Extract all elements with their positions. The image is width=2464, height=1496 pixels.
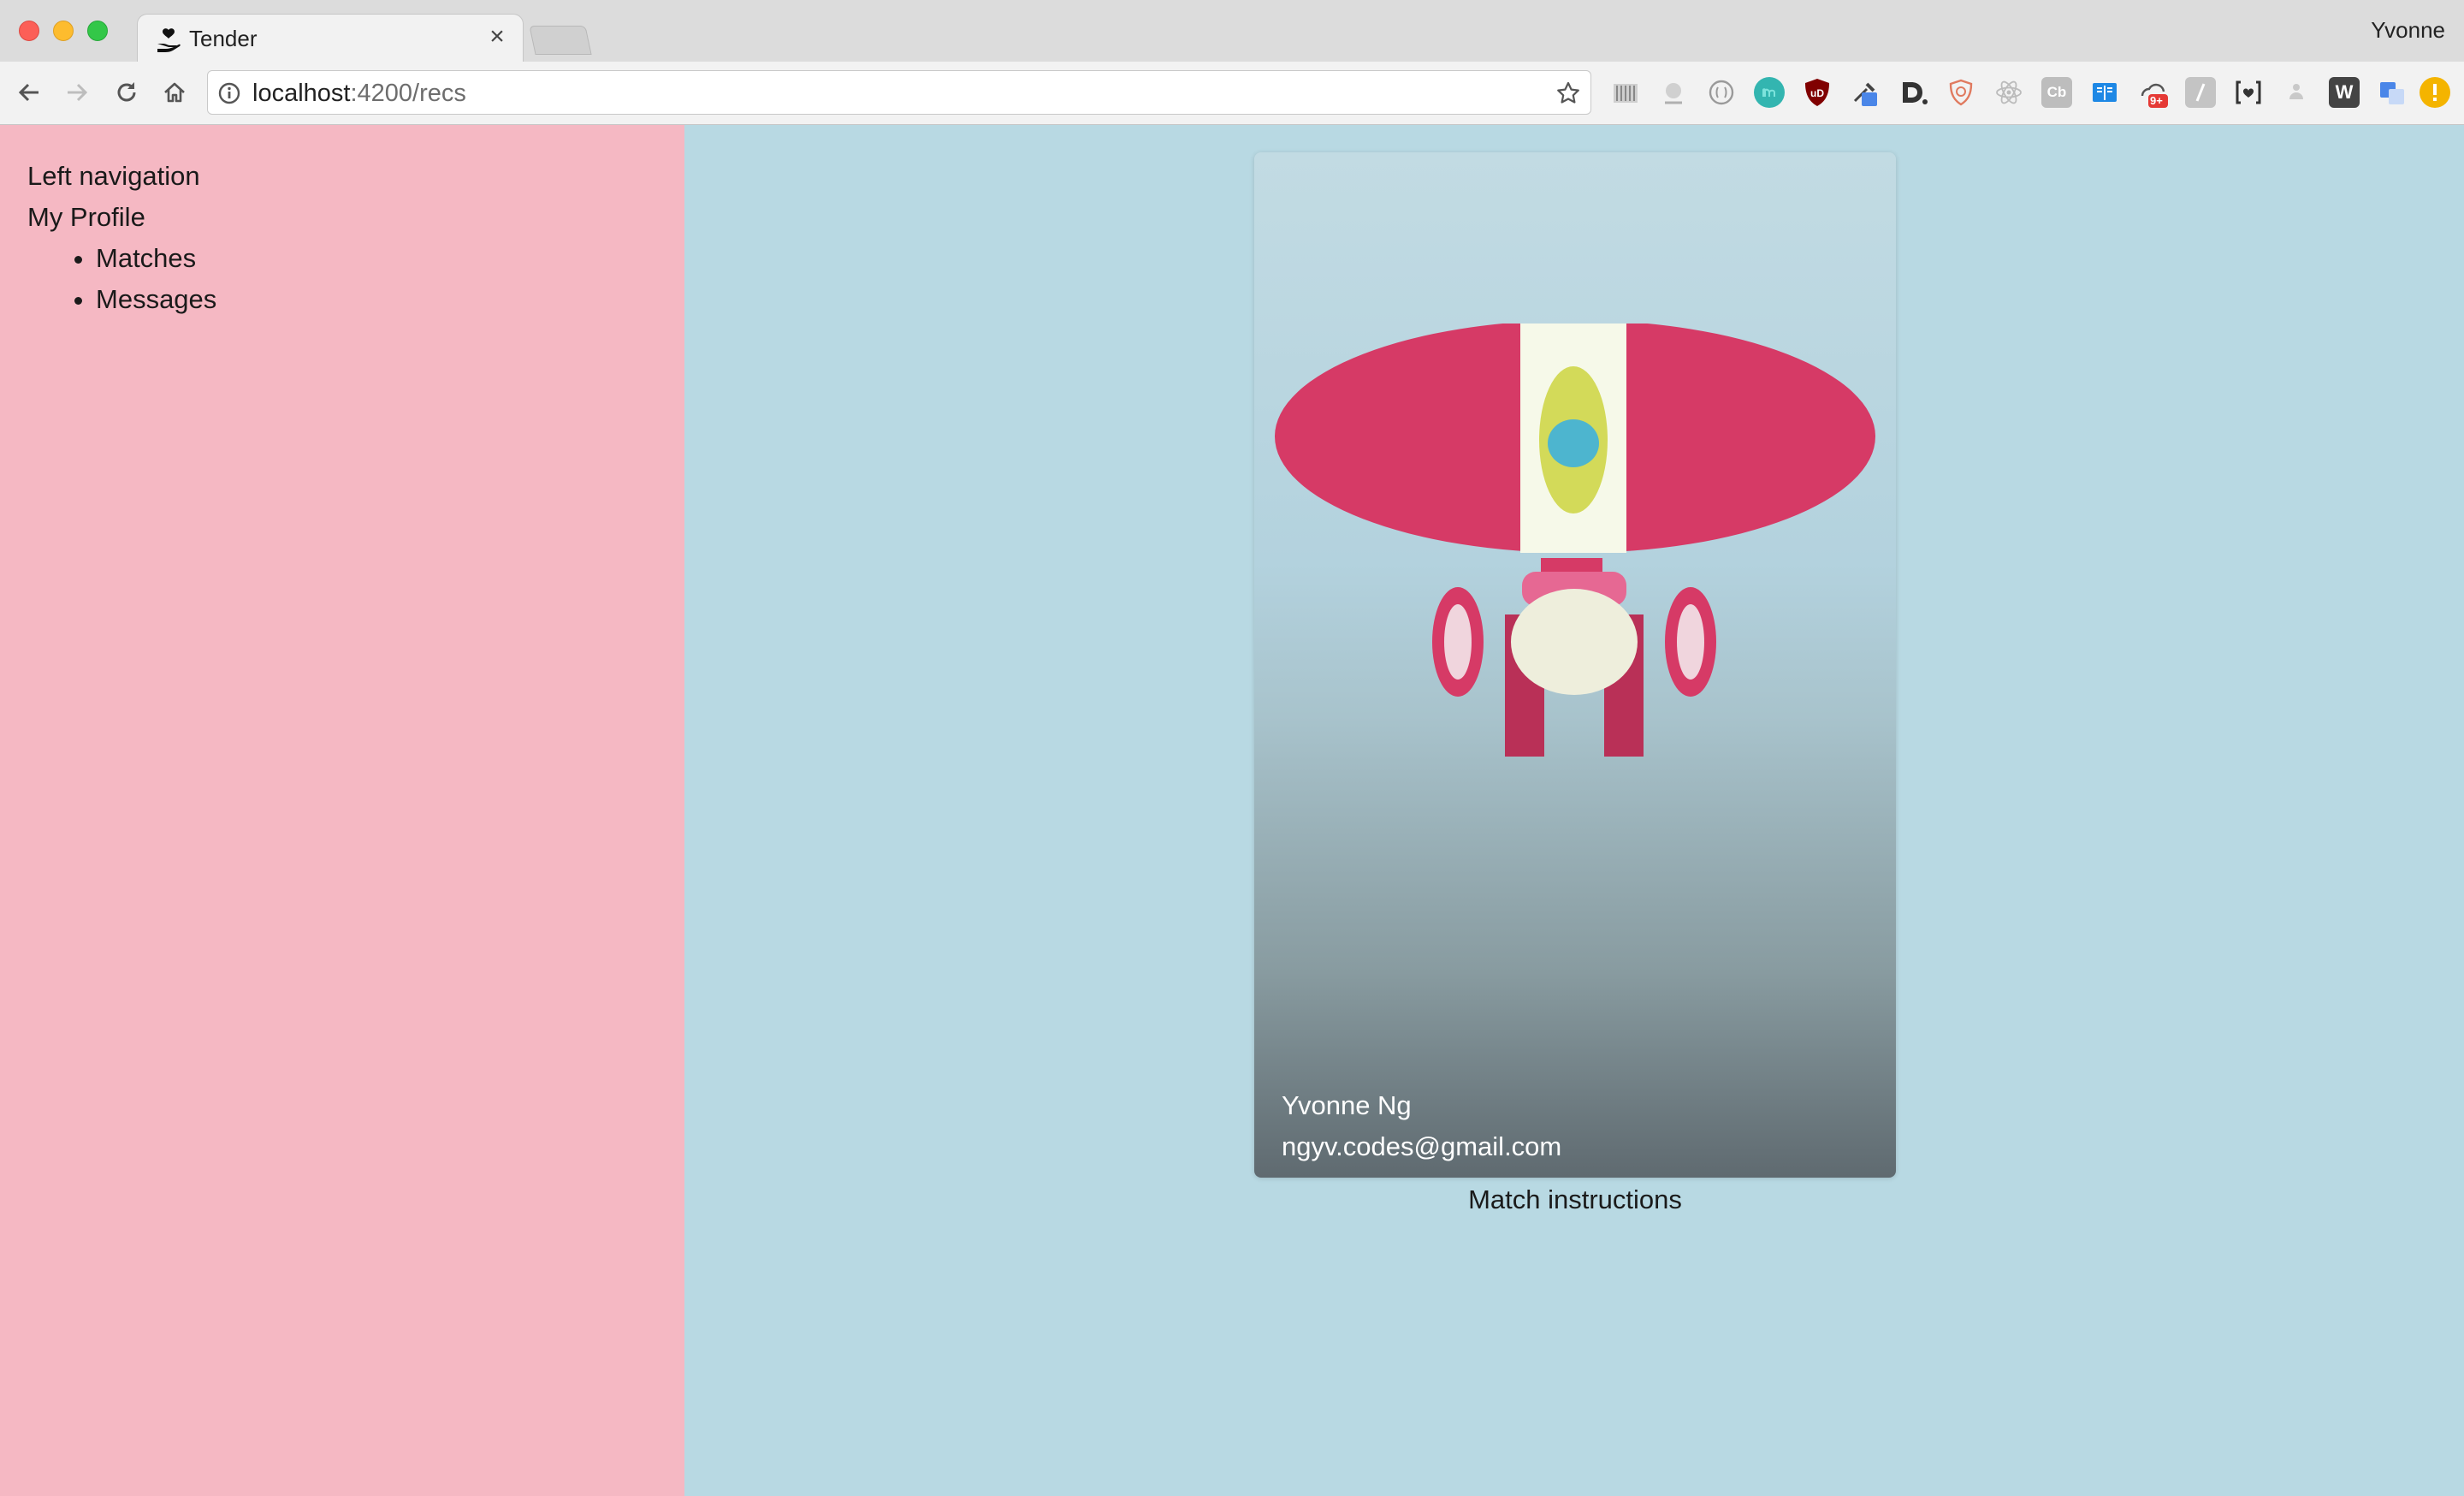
ublock-origin-icon[interactable]: uD bbox=[1802, 77, 1833, 108]
home-icon bbox=[164, 82, 185, 103]
pocket-icon[interactable] bbox=[1610, 77, 1641, 108]
arrow-left-icon bbox=[18, 83, 38, 102]
minimize-window-button[interactable] bbox=[53, 21, 74, 41]
alert-icon[interactable] bbox=[2420, 77, 2450, 108]
cb-icon[interactable]: Cb bbox=[2041, 77, 2072, 108]
reload-button[interactable] bbox=[110, 75, 144, 110]
slash-icon[interactable] bbox=[2185, 77, 2216, 108]
nav-item-matches[interactable]: Matches bbox=[96, 238, 216, 279]
close-tab-icon[interactable]: × bbox=[483, 23, 511, 50]
svg-text:uD: uD bbox=[1810, 87, 1824, 99]
mint-circle-icon[interactable] bbox=[1754, 77, 1785, 108]
url-path: :4200/recs bbox=[350, 80, 466, 107]
zoom-window-button[interactable] bbox=[87, 21, 108, 41]
new-tab-button[interactable] bbox=[529, 26, 592, 55]
url-host: localhost bbox=[252, 80, 351, 107]
info-icon[interactable] bbox=[218, 82, 240, 104]
match-email: ngyv.codes@gmail.com bbox=[1282, 1131, 1562, 1161]
browser-toolbar: localhost:4200/recs uD Cb 9+ W bbox=[0, 62, 2464, 125]
eyedropper-icon[interactable] bbox=[1850, 77, 1881, 108]
hand-heart-icon bbox=[157, 28, 181, 52]
translate-icon[interactable] bbox=[2377, 77, 2408, 108]
address-bar[interactable]: localhost:4200/recs bbox=[207, 70, 1591, 115]
tab-title: Tender bbox=[189, 26, 258, 51]
back-button[interactable] bbox=[12, 75, 46, 110]
lens-icon[interactable] bbox=[1706, 77, 1737, 108]
users-icon[interactable] bbox=[2281, 77, 2312, 108]
react-devtools-icon[interactable] bbox=[1993, 77, 2024, 108]
forward-button[interactable] bbox=[60, 75, 94, 110]
left-navigation: Left navigation My Profile Matches Messa… bbox=[0, 125, 684, 1496]
match-instructions: Match instructions bbox=[1468, 1184, 1682, 1214]
title-bar: Tender × Yvonne bbox=[0, 0, 2464, 62]
brackets-heart-icon[interactable] bbox=[2233, 77, 2264, 108]
sloth-icon[interactable] bbox=[1658, 77, 1689, 108]
nav-heading: Left navigation bbox=[27, 161, 200, 191]
robot-avatar bbox=[1275, 324, 1875, 757]
nav-list: Matches Messages bbox=[96, 238, 216, 320]
bookmark-star-icon[interactable] bbox=[1555, 80, 1582, 107]
dash-icon[interactable] bbox=[1898, 77, 1928, 108]
arrow-right-icon bbox=[68, 83, 88, 102]
w-icon[interactable]: W bbox=[2329, 77, 2360, 108]
url-text[interactable]: localhost:4200/recs bbox=[252, 80, 466, 106]
match-name: Yvonne Ng bbox=[1282, 1090, 1412, 1120]
nav-my-profile[interactable]: My Profile bbox=[27, 197, 145, 238]
brave-shield-icon[interactable] bbox=[1946, 77, 1976, 108]
reader-icon[interactable] bbox=[2089, 77, 2120, 108]
profile-name[interactable]: Yvonne bbox=[2371, 17, 2445, 44]
close-window-button[interactable] bbox=[19, 21, 39, 41]
home-button[interactable] bbox=[157, 75, 192, 110]
nav-item-messages[interactable]: Messages bbox=[96, 279, 216, 320]
cloud-badge-icon[interactable]: 9+ bbox=[2137, 77, 2168, 108]
notification-badge: 9+ bbox=[2150, 94, 2163, 107]
browser-tab[interactable]: Tender × bbox=[137, 14, 524, 62]
match-card[interactable]: Yvonne Ng ngyv.codes@gmail.com bbox=[1254, 152, 1896, 1178]
reload-icon bbox=[117, 82, 136, 102]
page-content: Left navigation My Profile Matches Messa… bbox=[0, 125, 2464, 1496]
